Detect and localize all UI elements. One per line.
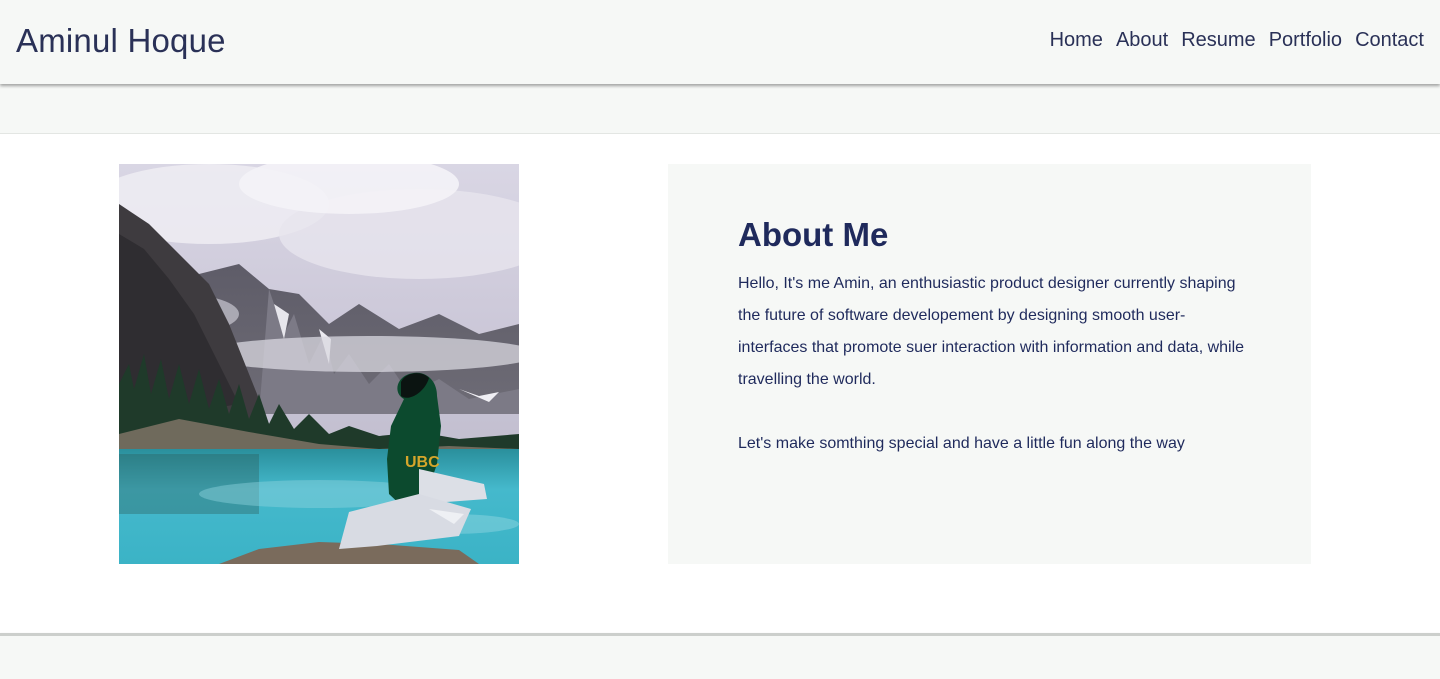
nav-resume-link[interactable]: Resume bbox=[1181, 29, 1255, 52]
nav-about-link[interactable]: About bbox=[1116, 29, 1168, 52]
about-paragraph-closing: Let's make somthing special and have a l… bbox=[738, 435, 1185, 452]
hoodie-logo-text: UBC bbox=[405, 454, 440, 471]
site-brand[interactable]: Aminul Hoque bbox=[16, 22, 226, 60]
nav-home-link[interactable]: Home bbox=[1050, 29, 1103, 52]
about-title: About Me bbox=[738, 216, 889, 253]
about-paragraph-intro: Hello, It's me Amin, an enthusiastic pro… bbox=[738, 275, 1245, 388]
about-card: About Me Hello, It's me Amin, an enthusi… bbox=[668, 164, 1311, 564]
nav-contact-link[interactable]: Contact bbox=[1355, 29, 1424, 52]
page-banner bbox=[0, 84, 1440, 134]
about-section: UBC About Me Hello, It's me Amin, an ent… bbox=[0, 134, 1440, 634]
navbar: Aminul Hoque Home About Resume Portfolio… bbox=[0, 0, 1440, 84]
about-body: Hello, It's me Amin, an enthusiastic pro… bbox=[738, 268, 1248, 460]
profile-photo: UBC bbox=[119, 164, 519, 564]
page-footer bbox=[0, 636, 1440, 679]
mountain-lake-image: UBC bbox=[119, 164, 519, 564]
main-nav: Home About Resume Portfolio Contact bbox=[1050, 29, 1424, 52]
nav-portfolio-link[interactable]: Portfolio bbox=[1269, 29, 1342, 52]
